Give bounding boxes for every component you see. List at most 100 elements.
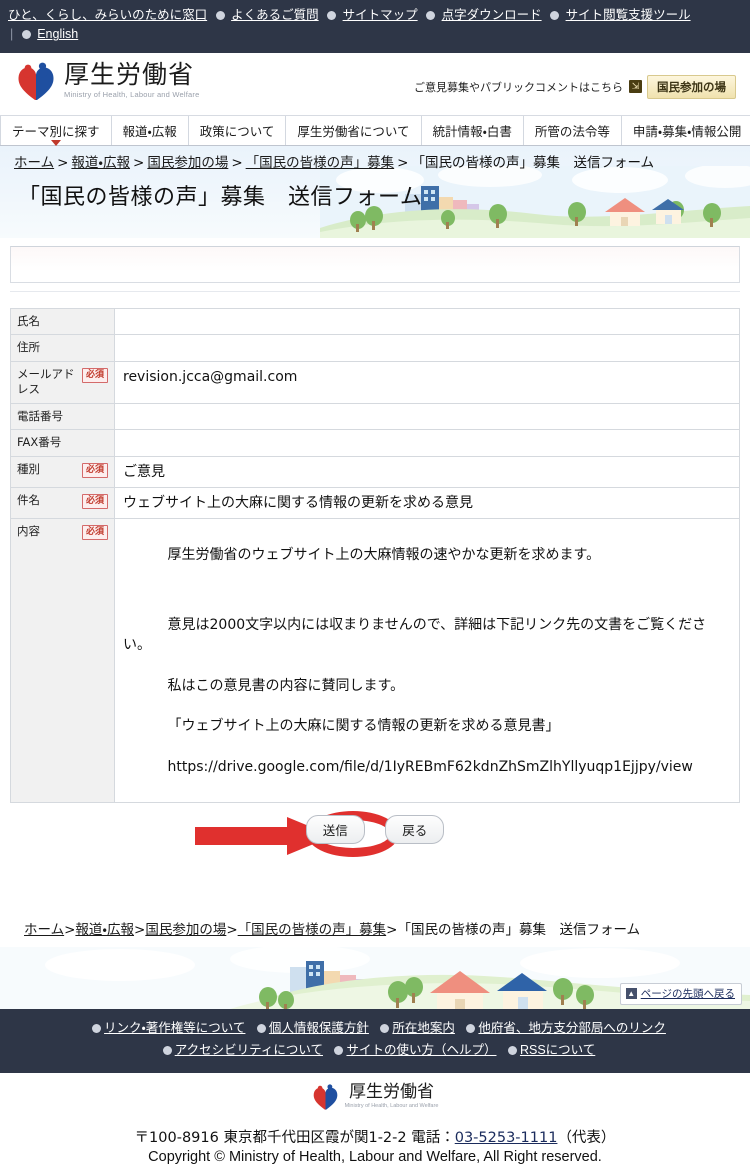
utility-link-sitemap[interactable]: サイトマップ: [343, 8, 418, 22]
footer-link-copyright-info[interactable]: リンク・著作権等について: [104, 1021, 245, 1035]
kokumin-sanka-button[interactable]: 国民参加の場: [647, 74, 736, 99]
field-value-address[interactable]: [114, 334, 740, 362]
field-value-name[interactable]: [114, 307, 740, 336]
table-row: 種別 必須 ご意見: [10, 455, 740, 489]
bullet-icon: [162, 1045, 172, 1055]
page-title: 「国民の皆様の声」募集 送信フォーム: [18, 185, 423, 211]
breadcrumb-separator: >: [134, 922, 146, 939]
breadcrumb-bottom-item-press[interactable]: 報道・広報: [75, 922, 134, 938]
footer-link-other-ministries[interactable]: 他府省、地方支分部局へのリンク: [478, 1021, 666, 1035]
footer-illustration-band: ▲ ページの先頭へ戻る: [0, 946, 750, 1009]
footer-link-accessibility[interactable]: アクセシビリティについて: [175, 1043, 323, 1057]
breadcrumb-bottom-item-koe-boshu[interactable]: 「国民の皆様の声」募集: [238, 922, 387, 938]
utility-link-braille-download[interactable]: 点字ダウンロード: [442, 8, 542, 22]
field-value-body[interactable]: 厚生労働省のウェブサイト上の大麻情報の速やかな更新を求めます。 意見は2000文…: [114, 518, 740, 804]
field-value-fax[interactable]: [114, 429, 740, 457]
gnav-label: 政策について: [199, 123, 275, 139]
footer-telephone-link[interactable]: 03-5253-1111: [455, 1130, 558, 1146]
breadcrumb-bottom-item-current: 「国民の皆様の声」募集 送信フォーム: [397, 922, 641, 939]
label-text: メールアドレス: [17, 366, 75, 397]
gnav-label: 厚生労働省について: [297, 123, 410, 139]
gnav-label: 統計情報・白書: [432, 123, 512, 139]
bullet-icon: [550, 11, 560, 20]
table-row: 住所: [10, 334, 740, 362]
breadcrumb-bottom-item-home[interactable]: ホーム: [24, 922, 64, 938]
up-arrow-icon: ▲: [625, 987, 637, 999]
table-row: 電話番号: [10, 402, 740, 431]
footer-address-suffix: （代表）: [557, 1129, 616, 1146]
divider: [10, 290, 740, 292]
bullet-icon: [507, 1045, 517, 1055]
required-badge: 必須: [81, 525, 108, 541]
footer-identity: 厚生労働省 Ministry of Health, Labour and Wel…: [0, 1072, 750, 1171]
breadcrumb-separator: >: [226, 922, 238, 939]
gnav-item-policy[interactable]: 政策について: [189, 115, 287, 145]
mhlw-logo-icon: [18, 62, 54, 101]
breadcrumb-separator: >: [397, 154, 409, 171]
field-label-fax: FAX番号: [10, 429, 115, 457]
body-line: 「ウェブサイト上の大麻に関する情報の更新を求める意見書」: [167, 718, 560, 735]
breadcrumb-item-kokumin-sanka[interactable]: 国民参加の場: [147, 155, 228, 171]
utility-navbar: ひと、くらし、みらいのために窓口 よくあるご質問 サイトマップ 点字ダウンロード…: [0, 0, 750, 53]
utility-link-browsing-support[interactable]: サイト閲覧支援ツール: [566, 8, 691, 22]
gnav-item-statistics[interactable]: 統計情報・白書: [422, 115, 524, 145]
field-value-category[interactable]: ご意見: [114, 455, 740, 489]
page-top-label[interactable]: ページの先頭へ戻る: [641, 986, 735, 1001]
site-header: 厚生労働省 Ministry of Health, Labour and Wel…: [0, 52, 750, 116]
footer-link-location[interactable]: 所在地案内: [392, 1021, 455, 1035]
main-content: 氏名 住所 メールアドレス 必須 revision.jcca@gmail.com: [0, 245, 750, 941]
field-label-email: メールアドレス 必須: [10, 360, 115, 404]
mhlw-logo-icon: [313, 1084, 337, 1110]
body-blank-line: [123, 585, 731, 594]
bullet-icon: [21, 30, 31, 40]
breadcrumb-item-press[interactable]: 報道・広報: [71, 155, 130, 171]
bullet-icon: [327, 11, 337, 20]
utility-link-madoguchi[interactable]: ひと、くらし、みらいのために窓口: [8, 8, 207, 22]
table-row: 件名 必須 ウェブサイト上の大麻に関する情報の更新を求める意見: [10, 487, 740, 520]
field-value-email[interactable]: revision.jcca@gmail.com: [114, 360, 740, 404]
field-label-phone: 電話番号: [10, 402, 115, 431]
intro-panel: [10, 245, 740, 283]
footer-logo[interactable]: 厚生労働省 Ministry of Health, Labour and Wel…: [312, 1081, 438, 1112]
gnav-item-applications[interactable]: 申請・募集・情報公開: [622, 116, 750, 145]
footer-link-row-2: アクセシビリティについて サイトの使い方（ヘルプ） RSSについて: [14, 1040, 736, 1062]
label-text: 氏名: [17, 313, 40, 328]
footer-link-privacy-policy[interactable]: 個人情報保護方針: [269, 1021, 369, 1035]
gnav-item-laws[interactable]: 所管の法令等: [524, 115, 622, 145]
footer-link-site-help[interactable]: サイトの使い方（ヘルプ）: [346, 1043, 496, 1057]
bullet-icon: [426, 11, 436, 20]
footer-link-rss[interactable]: RSSについて: [520, 1043, 595, 1057]
form-actions: 送信 戻る: [10, 811, 740, 858]
body-line: 厚生労働省のウェブサイト上の大麻情報の速やかな更新を求めます。: [167, 546, 601, 563]
submit-button[interactable]: 送信: [305, 815, 365, 845]
footer-logo-text-japanese: 厚生労働省: [349, 1081, 434, 1102]
page-top-button[interactable]: ▲ ページの先頭へ戻る: [619, 982, 742, 1005]
label-text: 件名: [17, 493, 40, 508]
external-link-icon: ⇲: [629, 80, 642, 94]
gnav-item-press[interactable]: 報道・広報: [112, 115, 189, 145]
global-navigation: テーマ別に探す 報道・広報 政策について 厚生労働省について 統計情報・白書 所…: [0, 115, 750, 146]
gnav-label: 申請・募集・情報公開: [632, 123, 742, 139]
bullet-icon: [256, 1023, 266, 1033]
field-value-phone[interactable]: [114, 402, 740, 431]
logo-text-english: Ministry of Health, Labour and Welfare: [64, 90, 200, 100]
bullet-icon: [92, 1023, 102, 1033]
site-logo[interactable]: 厚生労働省 Ministry of Health, Labour and Wel…: [16, 61, 199, 103]
gnav-label: 所管の法令等: [534, 123, 610, 139]
breadcrumb-item-koe-boshu[interactable]: 「国民の皆様の声」募集: [246, 155, 395, 171]
breadcrumb-item-home[interactable]: ホーム: [14, 155, 54, 171]
body-line: 意見は2000文字以内には収まりませんので、詳細は下記リンク先の文書をご覧くださ…: [123, 616, 707, 653]
utility-link-english[interactable]: English: [37, 27, 78, 41]
table-row: 内容 必須 厚生労働省のウェブサイト上の大麻情報の速やかな更新を求めます。 意見…: [10, 518, 740, 804]
breadcrumb-bottom-item-kokumin-sanka[interactable]: 国民参加の場: [145, 922, 226, 938]
gnav-item-theme[interactable]: テーマ別に探す: [0, 115, 112, 145]
bullet-icon: [215, 11, 225, 20]
field-value-subject[interactable]: ウェブサイト上の大麻に関する情報の更新を求める意見: [114, 487, 740, 520]
utility-link-faq[interactable]: よくあるご質問: [231, 8, 319, 22]
back-button[interactable]: 戻る: [385, 815, 445, 845]
breadcrumb-bottom: ホーム>報道・広報>国民参加の場>「国民の皆様の声」募集>「国民の皆様の声」募集…: [10, 921, 740, 941]
label-text: 種別: [17, 461, 40, 476]
gnav-item-about[interactable]: 厚生労働省について: [286, 115, 422, 145]
footer-address-text: 〒100-8916 東京都千代田区霞が関1-2-2 電話：: [134, 1129, 455, 1146]
footer-link-bar: リンク・著作権等について 個人情報保護方針 所在地案内 他府省、地方支分部局への…: [0, 1008, 750, 1073]
